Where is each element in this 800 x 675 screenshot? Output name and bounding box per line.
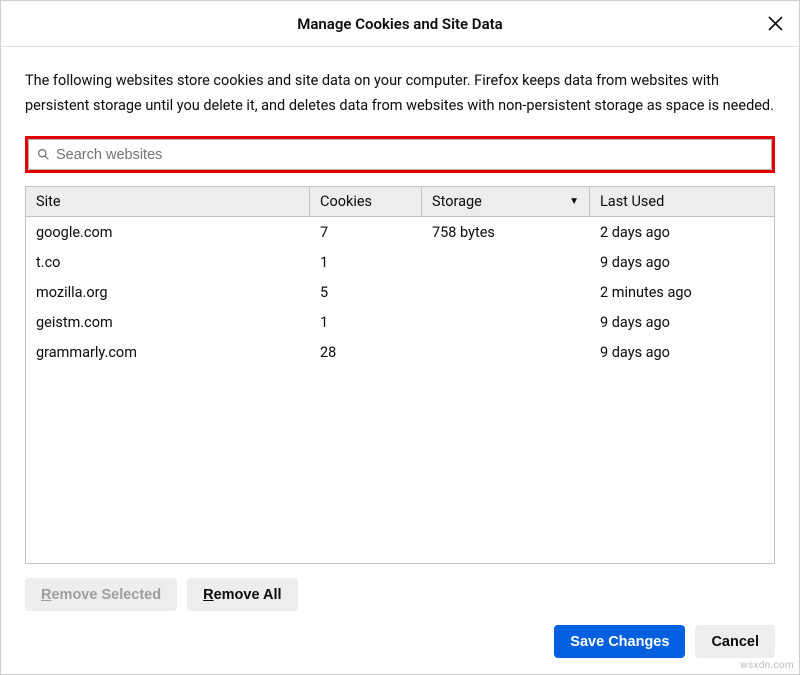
column-header-label: Cookies — [320, 193, 372, 210]
button-label-rest: emove All — [214, 587, 282, 603]
column-header-storage[interactable]: Storage ▼ — [422, 187, 590, 216]
search-icon — [37, 148, 50, 161]
cell-cookies: 1 — [310, 254, 422, 271]
titlebar: Manage Cookies and Site Data — [1, 1, 799, 47]
cell-cookies: 1 — [310, 314, 422, 331]
cookies-table: Site Cookies Storage ▼ Last Used google.c… — [25, 186, 775, 564]
cell-cookies: 7 — [310, 224, 422, 241]
table-row[interactable]: grammarly.com 28 9 days ago — [26, 337, 774, 367]
cell-site: grammarly.com — [26, 344, 310, 361]
dialog-description: The following websites store cookies and… — [25, 69, 775, 118]
column-header-label: Last Used — [600, 193, 664, 210]
table-header: Site Cookies Storage ▼ Last Used — [26, 187, 774, 217]
search-input[interactable] — [56, 147, 763, 163]
cell-lastused: 2 minutes ago — [590, 284, 774, 301]
cell-lastused: 2 days ago — [590, 224, 774, 241]
remove-selected-button[interactable]: Remove Selected — [25, 578, 177, 611]
cell-site: mozilla.org — [26, 284, 310, 301]
close-button[interactable] — [763, 12, 787, 36]
cell-cookies: 5 — [310, 284, 422, 301]
column-header-label: Site — [36, 193, 61, 210]
column-header-site[interactable]: Site — [26, 187, 310, 216]
cell-lastused: 9 days ago — [590, 254, 774, 271]
dialog-content: The following websites store cookies and… — [1, 47, 799, 674]
left-button-row: Remove Selected Remove All — [25, 578, 775, 611]
column-header-label: Storage — [432, 193, 482, 210]
table-row[interactable]: google.com 7 758 bytes 2 days ago — [26, 217, 774, 247]
table-row[interactable]: t.co 1 9 days ago — [26, 247, 774, 277]
close-icon — [768, 16, 783, 31]
cancel-button[interactable]: Cancel — [695, 625, 775, 658]
table-body[interactable]: google.com 7 758 bytes 2 days ago t.co 1… — [26, 217, 774, 563]
manage-cookies-dialog: Manage Cookies and Site Data The followi… — [0, 0, 800, 675]
dialog-title: Manage Cookies and Site Data — [297, 15, 502, 33]
cell-lastused: 9 days ago — [590, 344, 774, 361]
search-field[interactable] — [28, 139, 772, 170]
cell-site: geistm.com — [26, 314, 310, 331]
sort-descending-icon: ▼ — [569, 196, 579, 207]
remove-all-button[interactable]: Remove All — [187, 578, 297, 611]
right-button-row: Save Changes Cancel — [25, 625, 775, 658]
cell-site: google.com — [26, 224, 310, 241]
table-row[interactable]: mozilla.org 5 2 minutes ago — [26, 277, 774, 307]
button-label-rest: emove Selected — [51, 587, 161, 603]
access-key: R — [203, 587, 213, 603]
cell-cookies: 28 — [310, 344, 422, 361]
table-row[interactable]: geistm.com 1 9 days ago — [26, 307, 774, 337]
save-changes-button[interactable]: Save Changes — [554, 625, 685, 658]
cell-site: t.co — [26, 254, 310, 271]
cell-lastused: 9 days ago — [590, 314, 774, 331]
column-header-cookies[interactable]: Cookies — [310, 187, 422, 216]
column-header-lastused[interactable]: Last Used — [590, 187, 774, 216]
access-key: R — [41, 587, 51, 603]
watermark: wsxdn.com — [740, 660, 794, 671]
cell-storage: 758 bytes — [422, 224, 590, 241]
search-highlight-box — [25, 136, 775, 173]
